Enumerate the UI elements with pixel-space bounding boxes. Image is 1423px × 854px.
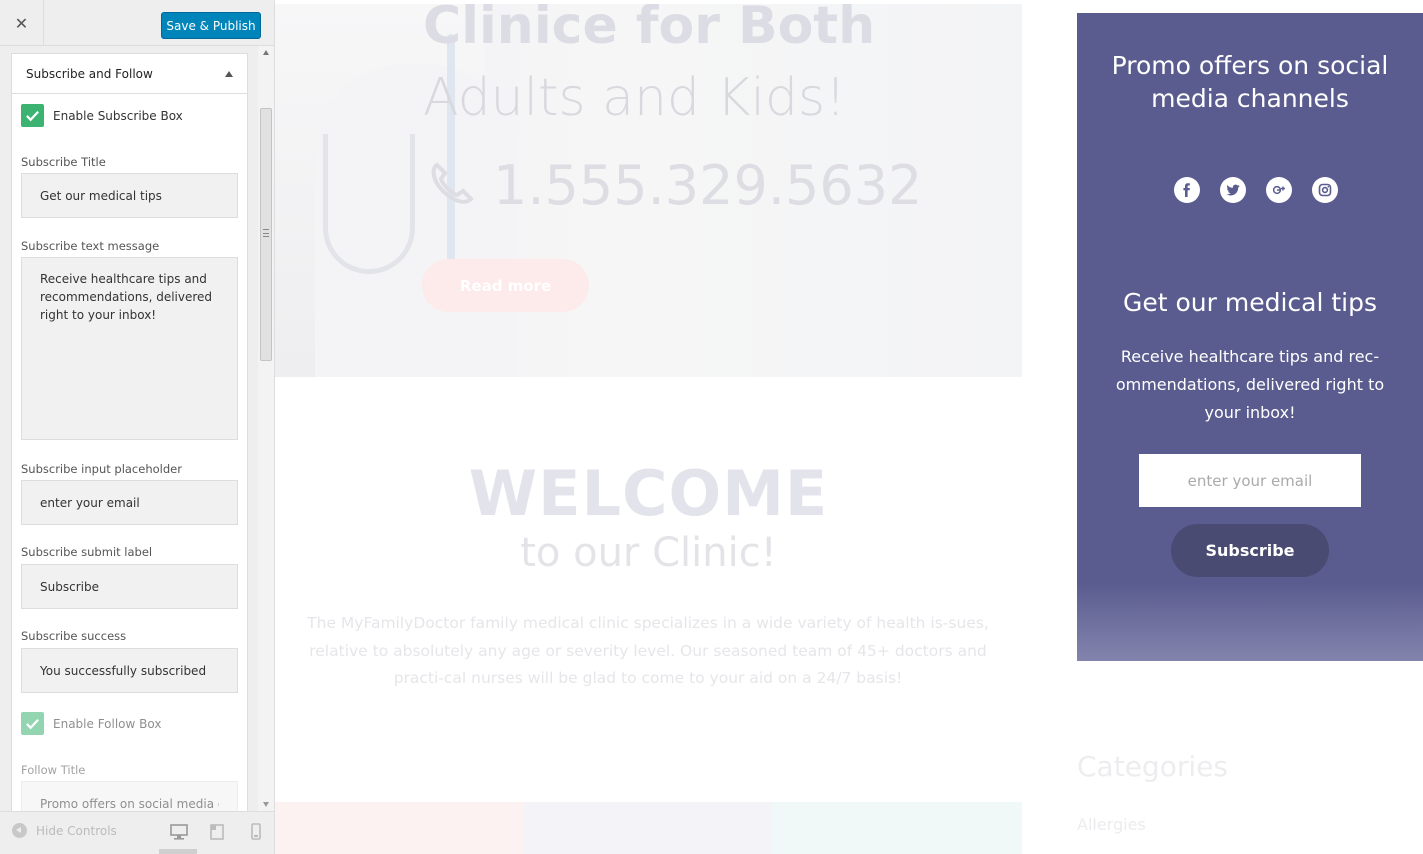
hide-controls-label: Hide Controls	[36, 823, 117, 838]
section-header[interactable]: Subscribe and Follow	[12, 54, 247, 94]
subscribe-placeholder-label: Subscribe input placeholder	[21, 462, 182, 476]
hero-title-line1: Clinice for Both	[423, 4, 876, 56]
subscribe-submit-label: Subscribe submit label	[21, 545, 153, 559]
follow-title-input[interactable]	[21, 781, 238, 812]
close-icon[interactable]: ✕	[0, 0, 44, 46]
tablet-preview-icon[interactable]	[207, 823, 227, 841]
subscribe-title-label: Subscribe Title	[21, 155, 106, 169]
subscribe-text-textarea[interactable]	[21, 257, 238, 440]
checkmark-icon	[26, 718, 39, 730]
categories-title: Categories	[1077, 750, 1228, 783]
enable-follow-label: Enable Follow Box	[53, 716, 162, 731]
hero-phone-number: 1.555.329.5632	[493, 154, 923, 217]
save-publish-button[interactable]: Save & Publish	[161, 12, 261, 39]
subscribe-email-input[interactable]	[1139, 454, 1361, 507]
subscribe-follow-widget: Promo offers on social media channels Ge…	[1077, 13, 1423, 661]
mobile-preview-icon[interactable]	[246, 823, 266, 841]
welcome-subtitle: to our Clinic!	[520, 530, 777, 576]
instagram-icon[interactable]	[1312, 177, 1338, 203]
category-link-allergies[interactable]: Allergies	[1077, 815, 1146, 834]
scroll-down-arrow-icon[interactable]	[263, 802, 269, 807]
subscribe-title: Get our medical tips	[1122, 288, 1378, 317]
enable-subscribe-row[interactable]: Enable Subscribe Box	[21, 104, 183, 127]
feature-strip-gray	[523, 802, 772, 854]
section-title: Subscribe and Follow	[26, 66, 153, 81]
scrollbar-thumb[interactable]	[260, 108, 272, 361]
promo-title: Promo offers on social media channels	[1111, 51, 1389, 113]
active-device-indicator	[159, 849, 197, 854]
subscribe-text-label: Subscribe text message	[21, 239, 160, 253]
facebook-icon[interactable]	[1174, 177, 1200, 203]
scroll-up-arrow-icon[interactable]	[263, 50, 269, 55]
customizer-scrollbar[interactable]	[258, 46, 274, 811]
subscribe-success-label: Subscribe success	[21, 629, 127, 643]
subscribe-follow-section: Subscribe and Follow Enable Subscribe Bo…	[11, 53, 248, 813]
social-links	[1174, 177, 1338, 203]
grip-icon	[263, 229, 269, 237]
checkmark-icon	[26, 110, 39, 122]
collapse-left-icon	[12, 823, 27, 838]
enable-subscribe-checkbox[interactable]	[21, 104, 44, 127]
subscribe-success-input[interactable]	[21, 648, 238, 693]
subscribe-button[interactable]: Subscribe	[1171, 524, 1329, 577]
customizer-header: ✕ Save & Publish	[0, 0, 274, 46]
welcome-title: WELCOME	[468, 457, 829, 530]
customizer-footer: Hide Controls	[0, 811, 274, 854]
follow-title-label: Follow Title	[21, 763, 86, 777]
phone-icon	[431, 162, 474, 204]
google-plus-icon[interactable]	[1266, 177, 1292, 203]
subscribe-text: Receive healthcare tips and rec-ommendat…	[1115, 347, 1385, 422]
stethoscope-icon	[323, 134, 415, 274]
feature-strip-teal	[772, 802, 1022, 854]
subscribe-title-input[interactable]	[21, 173, 238, 218]
read-more-button[interactable]: Read more	[422, 259, 589, 312]
enable-follow-row[interactable]: Enable Follow Box	[21, 712, 161, 735]
welcome-text: The MyFamilyDoctor family medical clinic…	[307, 614, 989, 687]
subscribe-submit-input[interactable]	[21, 564, 238, 609]
hide-controls-button[interactable]: Hide Controls	[12, 823, 117, 838]
feature-strip-red	[275, 802, 523, 854]
hero-title-line2: Adults and Kids!	[423, 68, 846, 128]
enable-subscribe-label: Enable Subscribe Box	[53, 108, 183, 123]
collapse-up-icon[interactable]	[225, 70, 233, 77]
customizer-panel: ✕ Save & Publish Subscribe and Follow En…	[0, 0, 275, 854]
site-preview: Clinice for Both Adults and Kids! 1.555.…	[275, 0, 1423, 854]
subscribe-placeholder-input[interactable]	[21, 480, 238, 525]
desktop-preview-icon[interactable]	[169, 823, 189, 841]
enable-follow-checkbox[interactable]	[21, 712, 44, 735]
hero-banner: Clinice for Both Adults and Kids! 1.555.…	[275, 4, 1022, 377]
twitter-icon[interactable]	[1220, 177, 1246, 203]
